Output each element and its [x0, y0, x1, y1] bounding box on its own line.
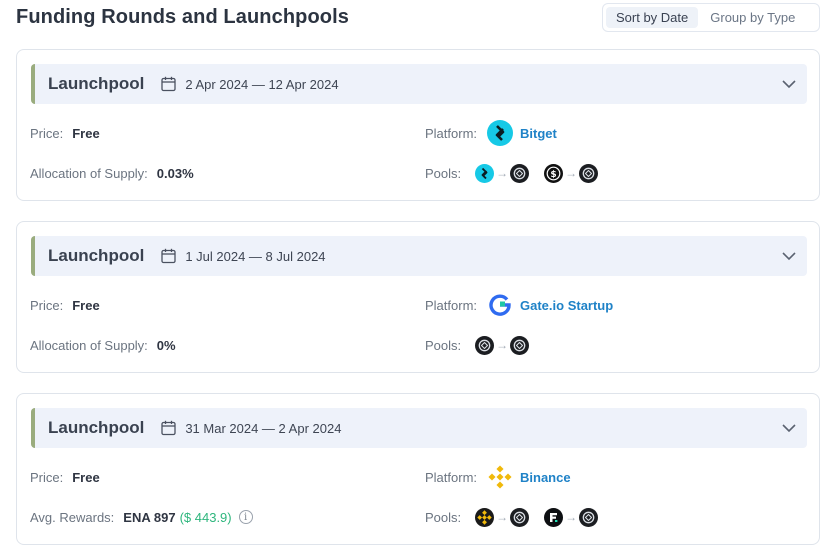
price-row: Price: Free — [30, 466, 100, 488]
allocation-label: Allocation of Supply: — [30, 337, 148, 353]
pool-item[interactable]: → — [475, 507, 530, 527]
round-type: Launchpool — [48, 246, 145, 265]
pools-row: Pools: → — [425, 334, 544, 356]
funding-card: Launchpool 1 Jul 2024 — 8 Jul 2024 Price… — [16, 221, 820, 373]
calendar-icon — [161, 248, 176, 264]
date-range: 31 Mar 2024 — 2 Apr 2024 — [185, 420, 342, 436]
pools-label: Pools: — [425, 509, 462, 525]
arrow-right-icon: → — [496, 510, 509, 524]
gateio-logo-icon — [487, 292, 513, 318]
pools-label: Pools: — [425, 337, 462, 353]
pool-item[interactable]: → — [544, 507, 599, 527]
price-label: Price: — [30, 125, 64, 141]
funding-card: Launchpool 2 Apr 2024 — 12 Apr 2024 Pric… — [16, 49, 820, 201]
pools-row: Pools: → → — [425, 506, 613, 528]
ethena-icon — [579, 507, 599, 527]
ethena-icon — [579, 163, 599, 183]
platform-name: Bitget — [520, 125, 557, 141]
pool-item[interactable]: → — [475, 163, 530, 183]
usdc-dark-icon: $ — [544, 163, 564, 183]
platform-link[interactable]: Bitget — [487, 120, 557, 146]
price-row: Price: Free — [30, 294, 100, 316]
fdusd-icon — [544, 507, 564, 527]
allocation-value: 0.03% — [156, 165, 194, 181]
chevron-down-icon[interactable] — [781, 249, 797, 263]
accent-bar — [31, 64, 35, 104]
ethena-icon — [510, 507, 530, 527]
chevron-down-icon[interactable] — [781, 77, 797, 91]
sort-toggle: Sort by Date Group by Type — [602, 3, 820, 32]
bnb-icon — [475, 507, 495, 527]
card-header[interactable]: Launchpool 2 Apr 2024 — 12 Apr 2024 — [31, 64, 807, 104]
allocation-value: 0% — [156, 337, 176, 353]
bitget-token-icon — [475, 163, 495, 183]
platform-label: Platform: — [425, 469, 478, 485]
calendar-icon — [161, 76, 176, 92]
arrow-right-icon: → — [496, 166, 509, 180]
arrow-right-icon: → — [565, 510, 578, 524]
platform-row: Platform: Binance — [425, 464, 571, 490]
calendar-icon — [161, 420, 176, 436]
price-value: Free — [72, 297, 100, 313]
arrow-right-icon: → — [565, 166, 578, 180]
page-title: Funding Rounds and Launchpools — [16, 6, 349, 28]
info-icon[interactable]: i — [238, 510, 253, 524]
pool-item[interactable]: → — [475, 335, 530, 355]
price-value: Free — [72, 469, 100, 485]
platform-name: Binance — [520, 469, 571, 485]
pool-item[interactable]: $ → — [544, 163, 599, 183]
sort-by-date-option[interactable]: Sort by Date — [606, 7, 699, 28]
ethena-icon — [510, 163, 530, 183]
avg-rewards-usd: ($ 443.9) — [179, 509, 232, 525]
card-header[interactable]: Launchpool 1 Jul 2024 — 8 Jul 2024 — [31, 236, 807, 276]
ethena-icon — [475, 335, 495, 355]
date-range: 2 Apr 2024 — 12 Apr 2024 — [185, 76, 339, 92]
price-label: Price: — [30, 297, 64, 313]
pools-label: Pools: — [425, 165, 462, 181]
accent-bar — [31, 408, 35, 448]
allocation-row: Allocation of Supply: 0% — [30, 334, 176, 356]
allocation-row: Allocation of Supply: 0.03% — [30, 162, 194, 184]
card-header[interactable]: Launchpool 31 Mar 2024 — 2 Apr 2024 — [31, 408, 807, 448]
funding-card: Launchpool 31 Mar 2024 — 2 Apr 2024 Pric… — [16, 393, 820, 545]
platform-row: Platform: Bitget — [425, 120, 557, 146]
round-type: Launchpool — [48, 418, 145, 437]
accent-bar — [31, 236, 35, 276]
group-by-type-option[interactable]: Group by Type — [700, 7, 805, 28]
avg-rewards-label: Avg. Rewards: — [30, 509, 115, 525]
avg-rewards-value: ENA 897 — [123, 509, 176, 525]
arrow-right-icon: → — [496, 338, 509, 352]
platform-link[interactable]: Binance — [487, 464, 571, 490]
svg-text:$: $ — [551, 170, 557, 180]
round-type: Launchpool — [48, 74, 145, 93]
pools-row: Pools: → $ → — [425, 162, 613, 184]
binance-logo-icon — [487, 464, 513, 490]
price-label: Price: — [30, 469, 64, 485]
ethena-icon — [510, 335, 530, 355]
platform-row: Platform: Gate.io Startup — [425, 294, 613, 316]
date-range: 1 Jul 2024 — 8 Jul 2024 — [185, 248, 326, 264]
platform-label: Platform: — [425, 297, 478, 313]
allocation-label: Allocation of Supply: — [30, 165, 148, 181]
platform-label: Platform: — [425, 125, 478, 141]
price-row: Price: Free — [30, 122, 100, 144]
bitget-logo-icon — [487, 120, 514, 146]
avg-rewards-row: Avg. Rewards: ENA 897 ($ 443.9) i — [30, 506, 253, 528]
platform-link[interactable]: Gate.io Startup — [487, 292, 613, 318]
price-value: Free — [72, 125, 100, 141]
chevron-down-icon[interactable] — [781, 421, 797, 435]
platform-name: Gate.io Startup — [520, 297, 614, 313]
